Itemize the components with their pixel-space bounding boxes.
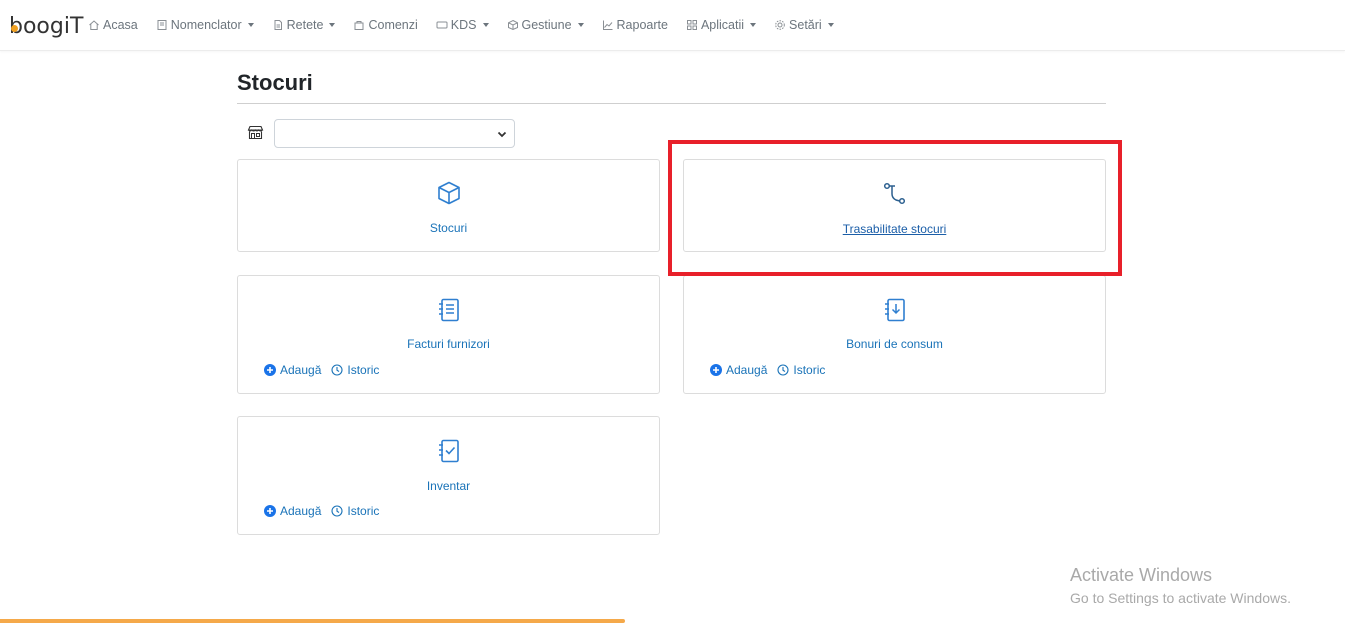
display-icon [436,21,448,29]
top-navbar: boogiT Acasa Nomenclator Retete Comenzi … [0,0,1345,51]
nav-item-label: Comenzi [368,18,418,32]
nav-item-gestiune[interactable]: Gestiune [507,18,584,32]
nav-item-aplicatii[interactable]: Aplicatii [686,18,757,32]
brand-logo[interactable]: boogiT [9,6,83,42]
box-icon [507,19,518,31]
nav-item-label: KDS [450,18,477,32]
nav-menu: Acasa Nomenclator Retete Comenzi KDS Ges… [88,0,852,50]
consume-icon [884,298,905,322]
inventar-add-label: Adaugă [280,504,322,518]
nav-item-rapoarte[interactable]: Rapoarte [602,18,668,32]
facturi-history-label: Istoric [347,363,380,377]
page-title: Stocuri [237,70,313,95]
store-select[interactable] [274,119,515,148]
nav-item-comenzi[interactable]: Comenzi [353,18,418,32]
cube-icon [437,181,460,205]
nav-item-setari[interactable]: Setări [774,18,834,32]
chevron-down-icon [497,131,507,138]
recipe-icon [274,20,282,30]
bonuri-history-button[interactable]: Istoric [777,363,825,377]
brand-logo-dot [11,25,18,32]
inventar-history-label: Istoric [347,504,380,518]
nav-item-label: Nomenclator [170,18,242,32]
bonuri-add-button[interactable]: Adaugă [710,363,767,377]
chevron-down-icon [247,23,254,27]
clock-icon [331,505,343,517]
inventory-icon [438,439,459,463]
loading-progress-bar [0,619,625,623]
card-stocuri-label[interactable]: Stocuri [238,221,659,235]
card-bonuri-label[interactable]: Bonuri de consum [684,337,1105,351]
brand-logo-text: boogiT [9,14,84,39]
nav-item-kds[interactable]: KDS [436,18,489,32]
card-facturi-actions: Adaugă Istoric [264,363,389,377]
book-icon [157,20,167,30]
nav-item-nomenclator[interactable]: Nomenclator [156,18,254,32]
nav-item-label: Aplicatii [700,18,745,32]
chevron-down-icon [827,23,834,27]
grid-icon [686,20,697,30]
facturi-history-button[interactable]: Istoric [331,363,379,377]
facturi-add-button[interactable]: Adaugă [264,363,321,377]
gear-icon [775,20,785,30]
nav-item-label: Setări [789,18,822,32]
highlight-frame [668,140,1122,276]
chevron-down-icon [750,23,757,27]
watermark-title: Activate Windows [1070,565,1213,585]
chevron-down-icon [482,23,489,27]
bonuri-history-label: Istoric [793,363,826,377]
card-facturi-furnizori[interactable]: Facturi furnizori Adaugă Istoric [237,275,660,394]
clock-icon [777,364,789,376]
inventar-add-button[interactable]: Adaugă [264,504,321,518]
nav-item-label: Gestiune [521,18,572,32]
nav-item-label: Acasa [103,18,138,32]
card-inventar-actions: Adaugă Istoric [264,504,389,518]
chevron-down-icon [329,23,336,27]
nav-item-retete[interactable]: Retete [272,18,336,32]
nav-item-label: Retete [286,18,324,32]
card-bonuri-actions: Adaugă Istoric [710,363,835,377]
plus-circle-icon [264,364,276,376]
plus-circle-icon [264,505,276,517]
home-icon [89,20,99,30]
clock-icon [331,364,343,376]
card-bonuri-consum[interactable]: Bonuri de consum Adaugă Istoric [683,275,1106,394]
facturi-add-label: Adaugă [280,363,322,377]
chevron-down-icon [577,23,584,27]
nav-item-acasa[interactable]: Acasa [88,18,138,32]
card-stocuri[interactable]: Stocuri [237,159,660,252]
inventar-history-button[interactable]: Istoric [331,504,379,518]
store-icon [247,125,264,140]
title-divider [237,103,1106,104]
nav-item-label: Rapoarte [616,18,668,32]
plus-circle-icon [710,364,722,376]
card-facturi-label[interactable]: Facturi furnizori [238,337,659,351]
card-inventar[interactable]: Inventar Adaugă Istoric [237,416,660,535]
watermark-subtitle: Go to Settings to activate Windows. [1070,590,1291,606]
chart-icon [602,20,613,30]
bag-icon [354,21,364,30]
invoice-icon [438,298,459,322]
bonuri-add-label: Adaugă [726,363,768,377]
card-inventar-label[interactable]: Inventar [238,479,659,493]
